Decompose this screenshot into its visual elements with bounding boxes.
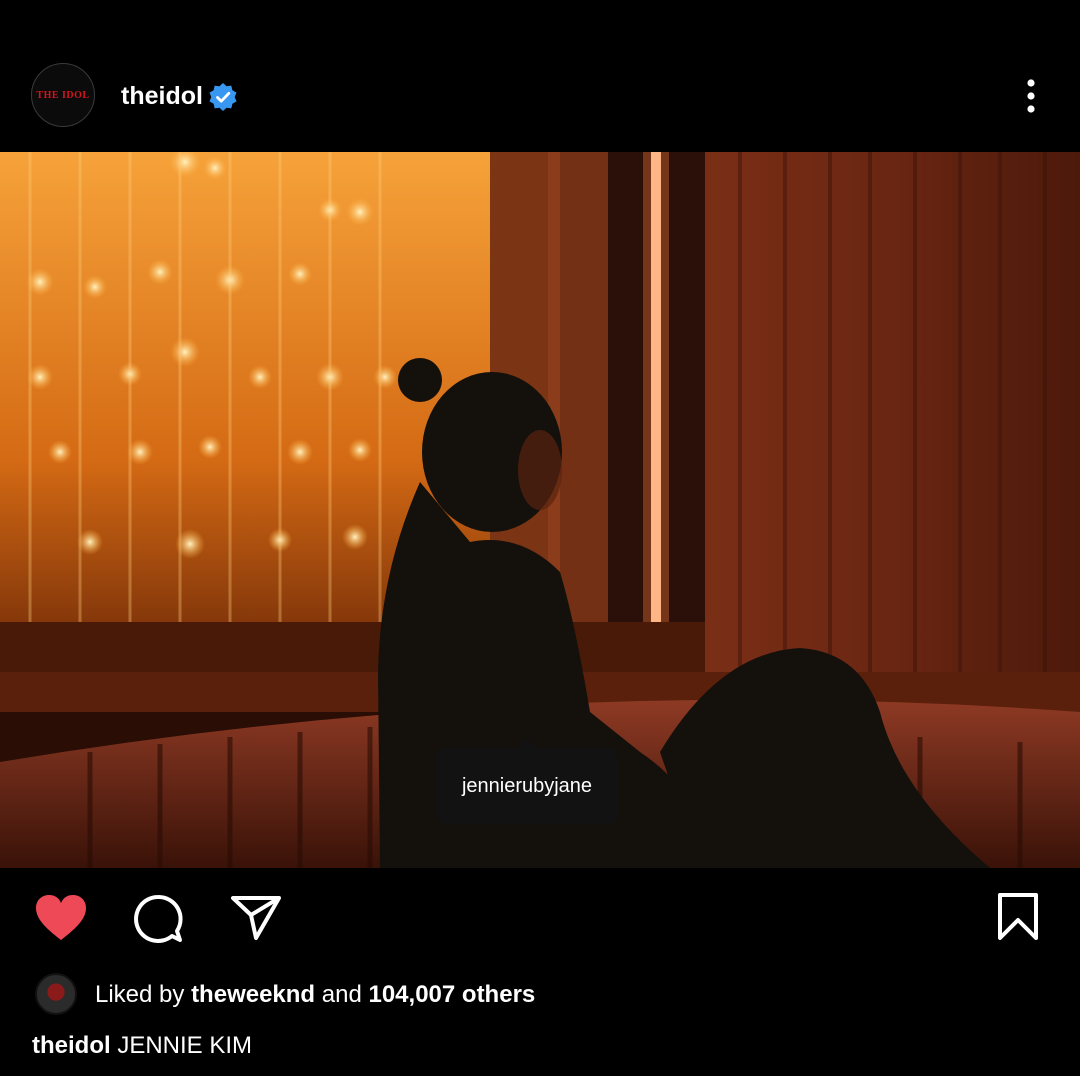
- liker-avatar[interactable]: [35, 973, 77, 1015]
- more-options-icon[interactable]: [1016, 76, 1046, 116]
- profile-avatar[interactable]: THE IDOL: [31, 63, 95, 127]
- tag-pointer: [517, 738, 537, 748]
- comment-icon[interactable]: [132, 894, 184, 944]
- post-header: THE IDOL theidol: [0, 40, 1080, 152]
- avatar-logo-text: THE IDOL: [36, 89, 90, 101]
- action-bar: [0, 868, 1080, 968]
- likes-summary[interactable]: Liked by theweeknd and 104,007 others: [95, 980, 535, 1010]
- post-photo[interactable]: jennierubyjane: [0, 152, 1080, 868]
- post-username[interactable]: theidol: [121, 80, 203, 112]
- user-tag-label[interactable]: jennierubyjane: [436, 748, 618, 824]
- verified-badge-icon: [209, 83, 237, 111]
- heart-liked-icon[interactable]: [34, 894, 88, 942]
- liked-by-username[interactable]: theweeknd: [191, 981, 315, 1008]
- liked-prefix: Liked by: [95, 981, 185, 1008]
- bookmark-save-icon[interactable]: [996, 892, 1040, 942]
- liked-and: and: [321, 981, 362, 1008]
- post-caption: theidol JENNIE KIM: [32, 1030, 252, 1062]
- likes-count[interactable]: 104,007 others: [368, 981, 535, 1008]
- caption-username[interactable]: theidol: [32, 1032, 111, 1059]
- caption-text: JENNIE KIM: [117, 1032, 253, 1059]
- share-send-icon[interactable]: [230, 894, 282, 942]
- likes-row: Liked by theweeknd and 104,007 others: [0, 970, 1080, 1020]
